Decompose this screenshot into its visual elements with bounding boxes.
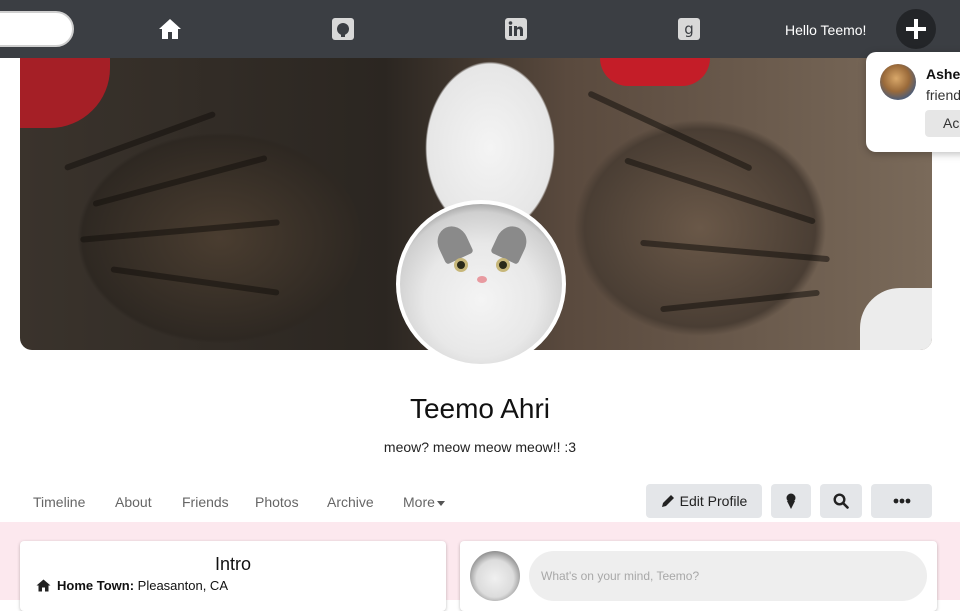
hometown-row: Home Town: Pleasanton, CA xyxy=(36,578,228,593)
pencil-icon xyxy=(661,495,674,507)
ice-cream-button[interactable] xyxy=(771,484,811,518)
edit-profile-label: Edit Profile xyxy=(679,493,748,509)
linkedin-icon[interactable] xyxy=(501,14,531,44)
plus-icon xyxy=(906,19,926,39)
home-icon xyxy=(36,579,51,592)
tab-photos[interactable]: Photos xyxy=(255,494,299,510)
goodreads-icon[interactable]: g xyxy=(674,14,704,44)
hometown-label: Home Town: xyxy=(57,578,135,593)
search-icon xyxy=(833,493,849,509)
more-options-button[interactable] xyxy=(871,484,932,518)
ellipsis-icon xyxy=(893,498,910,504)
profile-name: Teemo Ahri xyxy=(409,393,551,424)
search-button[interactable] xyxy=(820,484,862,518)
svg-text:g: g xyxy=(684,20,694,38)
profile-picture[interactable] xyxy=(396,200,566,368)
notification-text: friend xyxy=(926,87,960,103)
intro-card: Intro Home Town: Pleasanton, CA xyxy=(20,541,446,611)
tab-archive[interactable]: Archive xyxy=(327,494,374,510)
accept-button[interactable]: Ac xyxy=(925,110,960,137)
tab-more-label: More xyxy=(403,494,435,510)
tab-timeline[interactable]: Timeline xyxy=(33,494,85,510)
hometown-value: Pleasanton, CA xyxy=(137,578,228,593)
edit-profile-button[interactable]: Edit Profile xyxy=(646,484,762,518)
ice-cream-icon xyxy=(786,493,796,509)
caret-down-icon xyxy=(436,500,445,506)
create-post-card: What's on your mind, Teemo? xyxy=(460,541,937,611)
friend-request-notification: Ashe friend Ac xyxy=(866,52,960,152)
tab-about[interactable]: About xyxy=(115,494,152,510)
intro-title: Intro xyxy=(214,554,252,574)
avatar[interactable] xyxy=(880,64,916,100)
top-nav-bar: g Hello Teemo! xyxy=(0,0,960,58)
tab-friends[interactable]: Friends xyxy=(182,494,229,510)
greeting-text: Hello Teemo! xyxy=(785,22,867,38)
github-icon[interactable] xyxy=(328,14,358,44)
notification-name: Ashe xyxy=(926,66,960,82)
post-input[interactable]: What's on your mind, Teemo? xyxy=(529,551,927,601)
create-button[interactable] xyxy=(896,9,936,49)
tab-more[interactable]: More xyxy=(403,494,445,510)
profile-bio: meow? meow meow meow!! :3 xyxy=(383,439,577,455)
avatar[interactable] xyxy=(470,551,520,601)
home-icon[interactable] xyxy=(155,14,185,44)
search-input[interactable] xyxy=(0,11,74,47)
